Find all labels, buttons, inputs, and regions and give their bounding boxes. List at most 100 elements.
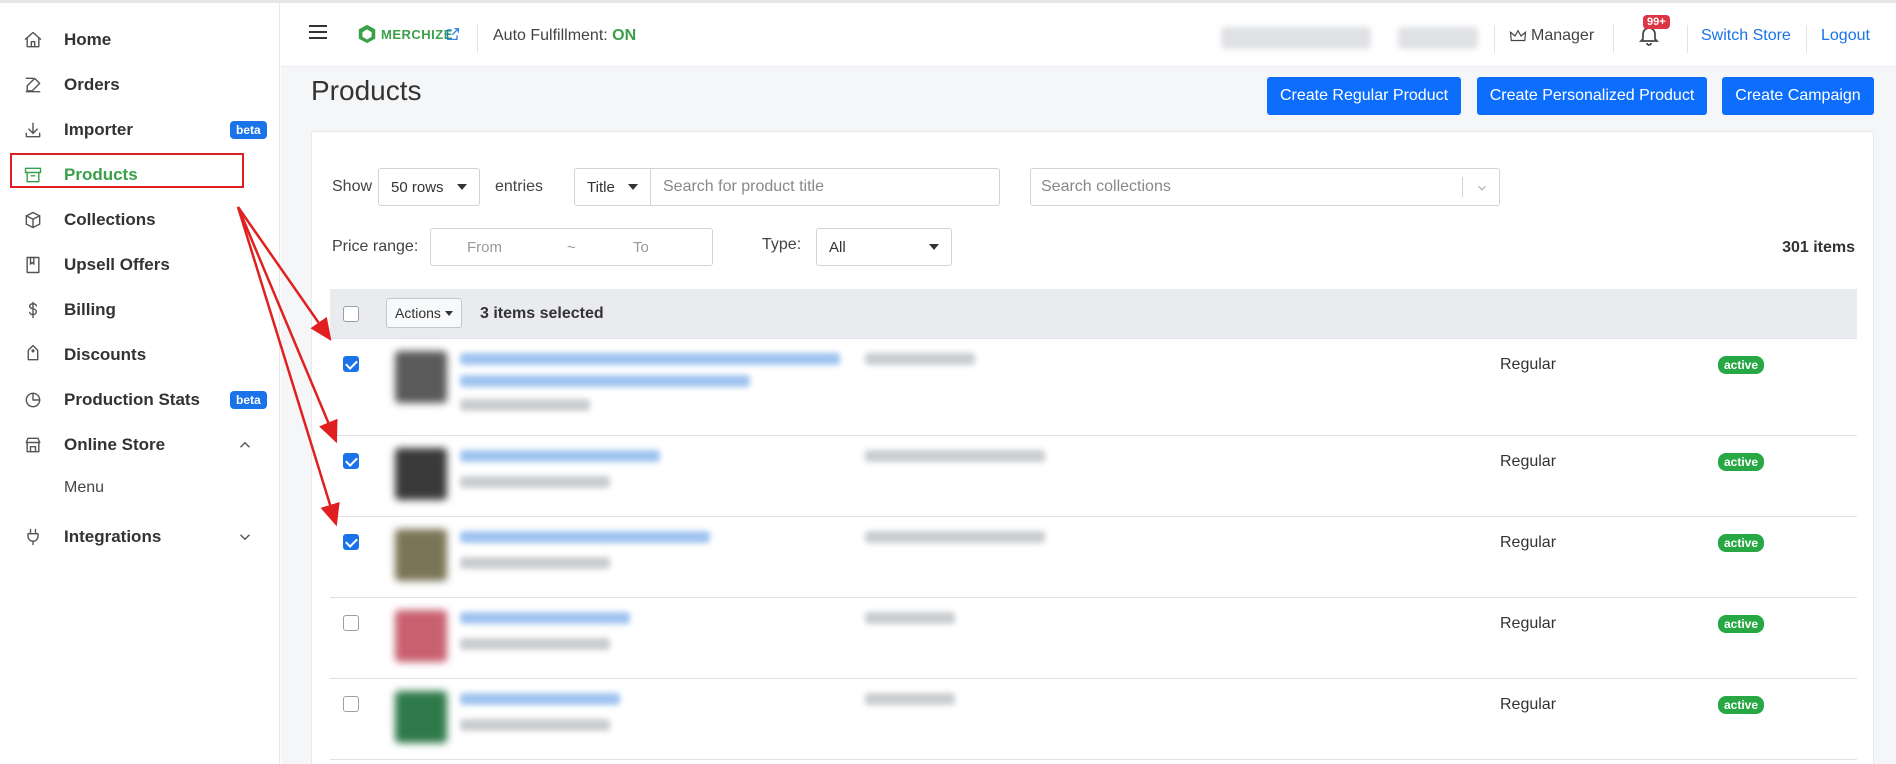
row-checkbox[interactable]	[343, 534, 359, 550]
search-field-select[interactable]: Title	[574, 168, 651, 206]
blurred-store-selector	[1398, 27, 1478, 49]
price-from-input[interactable]: From	[467, 239, 502, 256]
pie-chart-icon	[22, 389, 44, 411]
selected-count-text: 3 items selected	[480, 305, 604, 322]
product-collection	[865, 531, 1045, 543]
brand-logo[interactable]: MERCHIZE	[356, 23, 453, 45]
sidebar-item-collections[interactable]: Collections	[0, 200, 280, 240]
product-meta	[460, 638, 610, 650]
status-badge: active	[1718, 534, 1765, 552]
chevron-up-icon[interactable]	[236, 436, 254, 454]
page-title: Products	[311, 75, 422, 106]
blurred-store-info	[1221, 27, 1371, 49]
divider	[1462, 177, 1463, 197]
caret-down-icon	[445, 311, 453, 316]
product-meta	[460, 399, 590, 411]
sidebar-item-label: Production Stats	[64, 390, 201, 409]
row-checkbox[interactable]	[343, 615, 359, 631]
product-thumbnail	[395, 610, 447, 662]
product-title-link[interactable]	[460, 693, 620, 705]
sidebar-item-label: Home	[64, 30, 112, 49]
status-badge: active	[1718, 696, 1765, 714]
auto-fulfillment-value: ON	[612, 27, 637, 44]
sidebar-item-label: Upsell Offers	[64, 255, 170, 274]
price-separator: ~	[567, 238, 576, 256]
product-type: Regular	[1500, 534, 1557, 551]
entries-label: entries	[495, 178, 544, 195]
sidebar-item-integrations[interactable]: Integrations	[0, 517, 280, 557]
type-select[interactable]: All	[816, 228, 952, 266]
external-link-icon[interactable]	[445, 26, 463, 44]
product-thumbnail	[395, 691, 447, 743]
table-row[interactable]: Regular active	[330, 517, 1857, 598]
sidebar-item-orders[interactable]: Orders	[0, 65, 280, 105]
items-count: 301 items	[1782, 239, 1855, 256]
sidebar-item-label: Collections	[64, 210, 156, 229]
product-title-link[interactable]	[460, 375, 750, 387]
sidebar-item-discounts[interactable]: Discounts	[0, 335, 280, 375]
rows-per-page-select[interactable]: 50 rows	[378, 168, 480, 206]
product-title-link[interactable]	[460, 531, 710, 543]
beta-badge: beta	[230, 391, 267, 409]
product-title-link[interactable]	[460, 612, 630, 624]
logout-link[interactable]: Logout	[1821, 27, 1870, 45]
divider	[1494, 25, 1495, 53]
sidebar-subitem-menu[interactable]: Menu	[64, 479, 104, 497]
select-all-checkbox[interactable]	[343, 306, 359, 322]
row-checkbox[interactable]	[343, 453, 359, 469]
show-label: Show	[332, 178, 373, 195]
row-checkbox[interactable]	[343, 696, 359, 712]
sidebar-item-label: Integrations	[64, 527, 162, 546]
type-label: Type:	[762, 236, 802, 253]
sidebar-item-products[interactable]: Products	[0, 155, 280, 195]
product-thumbnail	[395, 448, 447, 500]
table-row[interactable]: Regular active	[330, 339, 1857, 436]
product-title-search-input[interactable]: Search for product title	[650, 168, 1000, 206]
create-regular-product-button[interactable]: Create Regular Product	[1267, 77, 1461, 115]
status-badge: active	[1718, 356, 1765, 374]
table-row[interactable]: Regular active	[330, 436, 1857, 517]
sidebar-item-upsell-offers[interactable]: Upsell Offers	[0, 245, 280, 285]
table-row[interactable]: Regular active	[330, 679, 1857, 760]
create-personalized-product-button[interactable]: Create Personalized Product	[1477, 77, 1707, 115]
menu-toggle-icon[interactable]	[309, 25, 327, 41]
price-to-input[interactable]: To	[633, 239, 649, 256]
auto-fulfillment-status: Auto Fulfillment: ON	[493, 27, 637, 44]
status-badge: active	[1718, 615, 1765, 633]
box-icon	[22, 209, 44, 231]
book-icon	[22, 254, 44, 276]
main-content: Products Create Regular Product Create P…	[281, 67, 1896, 764]
product-collection	[865, 612, 955, 624]
sidebar-item-importer[interactable]: Importer beta	[0, 110, 280, 150]
home-icon	[22, 29, 44, 51]
sidebar-item-home[interactable]: Home	[0, 20, 280, 60]
create-campaign-button[interactable]: Create Campaign	[1722, 77, 1874, 115]
product-collection	[865, 450, 1045, 462]
topbar: MERCHIZE Auto Fulfillment: ON Manager 99…	[281, 3, 1896, 67]
product-type: Regular	[1500, 615, 1557, 632]
caret-down-icon	[628, 184, 638, 190]
switch-store-link[interactable]: Switch Store	[1701, 27, 1791, 45]
manager-menu[interactable]: Manager	[1509, 27, 1594, 45]
products-card: Show 50 rows entries Title Search for pr…	[311, 131, 1874, 764]
edit-icon	[22, 74, 44, 96]
sidebar-item-billing[interactable]: Billing	[0, 290, 280, 330]
sidebar-item-online-store[interactable]: Online Store	[0, 425, 280, 465]
sidebar-item-label: Online Store	[64, 435, 166, 454]
product-meta	[460, 476, 610, 488]
chevron-down-icon[interactable]	[236, 528, 254, 546]
table-row[interactable]: Regular active	[330, 598, 1857, 679]
collections-placeholder: Search collections	[1041, 178, 1171, 195]
tag-icon	[22, 344, 44, 366]
actions-label: Actions	[395, 305, 441, 321]
sidebar-item-production-stats[interactable]: Production Stats beta	[0, 380, 280, 420]
brand-name: MERCHIZE	[381, 26, 453, 42]
row-checkbox[interactable]	[343, 356, 359, 372]
product-title-link[interactable]	[460, 450, 660, 462]
logo-mark-icon	[358, 24, 376, 44]
product-title-link[interactable]	[460, 353, 840, 365]
actions-dropdown-button[interactable]: Actions	[386, 298, 462, 328]
collections-search-input[interactable]: Search collections	[1030, 168, 1500, 206]
sidebar-item-label: Orders	[64, 75, 120, 94]
caret-down-icon	[929, 244, 939, 250]
